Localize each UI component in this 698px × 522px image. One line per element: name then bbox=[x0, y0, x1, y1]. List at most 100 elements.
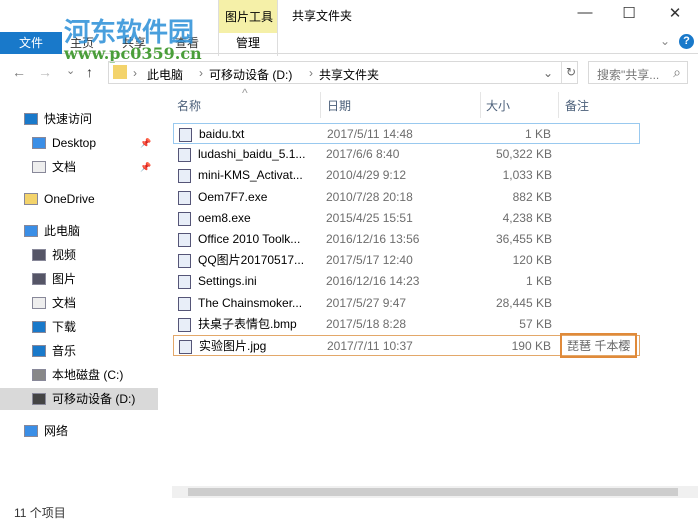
navigation-pane: 快速访问 Desktop 📌 文档 📌 OneDrive 此电脑 视频 图片 文档 下载 音乐 本地磁盘… bbox=[0, 100, 158, 490]
sidebar-item-label: Desktop bbox=[52, 136, 97, 150]
ribbon-expand-button[interactable]: ⌄ bbox=[660, 34, 670, 48]
file-name: ludashi_baidu_5.1... bbox=[198, 147, 306, 162]
sidebar-icon bbox=[32, 321, 46, 333]
sidebar-item[interactable]: 图片 bbox=[0, 268, 158, 290]
sidebar-item-label: 文档 bbox=[52, 296, 77, 310]
sidebar-item-label: 可移动设备 (D:) bbox=[52, 392, 136, 406]
pin-icon: 📌 bbox=[140, 138, 152, 148]
sidebar-item-label: 视频 bbox=[52, 248, 77, 262]
file-size: 882 KB bbox=[512, 189, 552, 204]
sidebar-item[interactable]: 视频 bbox=[0, 244, 158, 266]
sidebar-item-label: 图片 bbox=[52, 272, 77, 286]
breadcrumb-shared-folder[interactable]: 共享文件夹 bbox=[319, 66, 379, 83]
file-date: 2017/7/11 10:37 bbox=[327, 339, 413, 353]
column-size[interactable]: 大小 bbox=[486, 97, 510, 114]
address-bar[interactable]: › 此电脑 › 可移动设备 (D:) › 共享文件夹 ⌄ ↻ bbox=[108, 61, 578, 84]
sidebar-icon bbox=[32, 297, 46, 309]
up-button[interactable]: ↑ bbox=[86, 64, 93, 80]
sidebar-icon bbox=[32, 249, 46, 261]
back-button[interactable]: ← bbox=[12, 64, 26, 80]
address-dropdown-button[interactable]: ⌄ bbox=[543, 66, 553, 80]
sidebar-item[interactable]: Desktop 📌 bbox=[0, 132, 158, 154]
sidebar-icon bbox=[32, 137, 46, 149]
file-row[interactable]: QQ图片20170517... 2017/5/17 12:40 120 KB bbox=[173, 250, 640, 271]
sidebar-item[interactable]: 网络 bbox=[0, 420, 158, 442]
column-headers: ^ 名称 日期 大小 备注 bbox=[172, 86, 698, 118]
sidebar-icon bbox=[24, 225, 38, 237]
minimize-button[interactable]: — bbox=[570, 4, 600, 26]
breadcrumb-sep: › bbox=[309, 66, 313, 80]
file-icon bbox=[178, 190, 191, 205]
sidebar-item[interactable]: 文档 📌 bbox=[0, 156, 158, 178]
maximize-button[interactable]: ☐ bbox=[614, 4, 644, 26]
scrollbar-thumb[interactable] bbox=[188, 488, 678, 496]
sidebar-item-label: 音乐 bbox=[52, 344, 77, 358]
file-name: mini-KMS_Activat... bbox=[198, 168, 303, 183]
refresh-button[interactable]: ↻ bbox=[561, 62, 576, 83]
file-size: 1,033 KB bbox=[502, 168, 552, 183]
file-row[interactable]: mini-KMS_Activat... 2010/4/29 9:12 1,033 K… bbox=[173, 165, 640, 186]
column-note[interactable]: 备注 bbox=[565, 97, 589, 114]
forward-button[interactable]: → bbox=[38, 64, 52, 80]
file-row[interactable]: 实验图片.jpg 2017/7/11 10:37 190 KB 琵琶 千本樱 bbox=[173, 333, 640, 358]
sidebar-item[interactable]: 本地磁盘 (C:) bbox=[0, 364, 158, 386]
pin-icon: 📌 bbox=[140, 162, 152, 172]
file-size: 50,322 KB bbox=[495, 147, 552, 162]
file-date: 2017/5/27 9:47 bbox=[326, 295, 407, 310]
tab-file[interactable]: 文件 bbox=[0, 32, 62, 54]
column-name[interactable]: 名称 bbox=[177, 97, 201, 114]
sidebar-icon bbox=[32, 393, 46, 405]
sidebar-item[interactable]: 可移动设备 (D:) bbox=[0, 388, 158, 410]
sidebar-item-label: 本地磁盘 (C:) bbox=[52, 368, 124, 382]
file-date: 2017/5/18 8:28 bbox=[326, 316, 407, 331]
sidebar-item[interactable]: 文档 bbox=[0, 292, 158, 314]
file-size: 190 KB bbox=[511, 339, 551, 353]
file-row[interactable]: oem8.exe 2015/4/25 15:51 4,238 KB bbox=[173, 208, 640, 229]
column-date[interactable]: 日期 bbox=[327, 97, 351, 114]
file-size: 57 KB bbox=[519, 316, 552, 331]
file-row[interactable]: 扶桌子表情包.bmp 2017/5/18 8:28 57 KB bbox=[173, 314, 640, 335]
file-name: Oem7F7.exe bbox=[198, 189, 268, 204]
horizontal-scrollbar[interactable] bbox=[172, 486, 698, 498]
status-item-count: 11 个项目 bbox=[14, 506, 66, 520]
file-icon bbox=[178, 254, 191, 269]
breadcrumb-sep: › bbox=[199, 66, 203, 80]
help-icon[interactable]: ? bbox=[679, 34, 694, 49]
sidebar-icon bbox=[32, 273, 46, 285]
file-icon bbox=[179, 340, 192, 354]
file-row[interactable]: Office 2010 Toolk... 2016/12/16 13:56 36,4… bbox=[173, 229, 640, 250]
file-name: The Chainsmoker... bbox=[198, 295, 303, 310]
sidebar-icon bbox=[32, 369, 46, 381]
file-row[interactable]: baidu.txt 2017/5/11 14:48 1 KB bbox=[173, 123, 640, 144]
sidebar-item[interactable]: 下载 bbox=[0, 316, 158, 338]
file-name: baidu.txt bbox=[199, 127, 245, 141]
sidebar-item[interactable]: 快速访问 bbox=[0, 108, 158, 130]
file-icon bbox=[178, 211, 191, 226]
file-icon bbox=[178, 275, 191, 290]
file-row[interactable]: Settings.ini 2016/12/16 14:23 1 KB bbox=[173, 271, 640, 292]
file-row[interactable]: ludashi_baidu_5.1... 2017/6/6 8:40 50,322 … bbox=[173, 144, 640, 165]
file-row[interactable]: The Chainsmoker... 2017/5/27 9:47 28,445 K… bbox=[173, 293, 640, 314]
file-size: 1 KB bbox=[524, 127, 551, 141]
recent-locations-button[interactable]: ⌄ bbox=[66, 64, 75, 77]
file-date: 2017/5/17 12:40 bbox=[326, 253, 413, 268]
file-icon bbox=[178, 169, 191, 184]
sidebar-item[interactable]: OneDrive bbox=[0, 188, 158, 210]
breadcrumb-removable-d[interactable]: 可移动设备 (D:) bbox=[209, 66, 292, 83]
sidebar-item[interactable]: 音乐 bbox=[0, 340, 158, 362]
breadcrumb-this-pc[interactable]: 此电脑 bbox=[147, 66, 183, 83]
file-date: 2017/6/6 8:40 bbox=[326, 147, 400, 162]
file-name: 实验图片.jpg bbox=[199, 339, 267, 353]
file-row[interactable]: Oem7F7.exe 2010/7/28 20:18 882 KB bbox=[173, 187, 640, 208]
sidebar-item[interactable]: 此电脑 bbox=[0, 220, 158, 242]
file-icon bbox=[178, 233, 191, 247]
file-note[interactable]: 琵琶 千本樱 bbox=[560, 333, 638, 358]
file-icon bbox=[179, 128, 192, 142]
file-date: 2010/4/29 9:12 bbox=[326, 168, 407, 183]
file-name: Settings.ini bbox=[198, 274, 257, 289]
file-size: 1 KB bbox=[525, 274, 552, 289]
close-button[interactable]: ✕ bbox=[660, 4, 690, 26]
sidebar-item-label: 快速访问 bbox=[44, 112, 93, 126]
file-size: 36,455 KB bbox=[495, 232, 552, 246]
search-input[interactable]: 搜索"共享... ⌕ bbox=[588, 61, 688, 84]
